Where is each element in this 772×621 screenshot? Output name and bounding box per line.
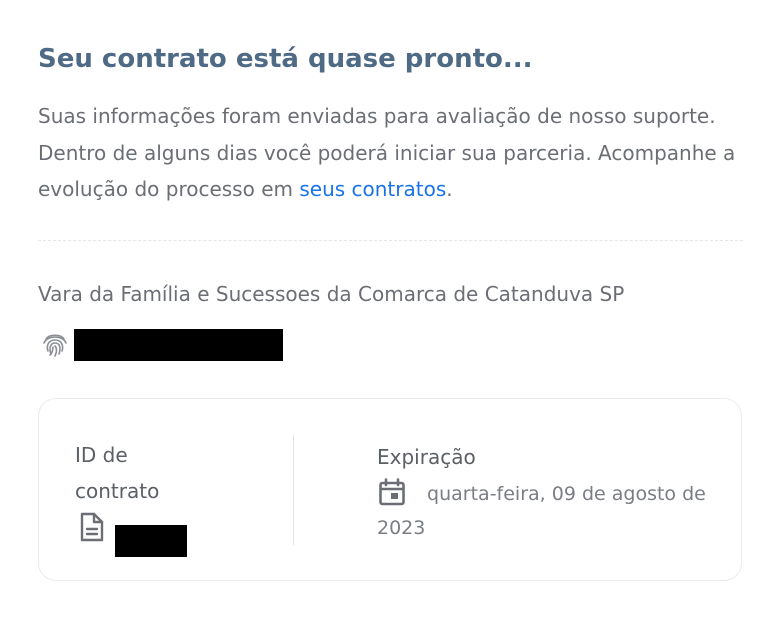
contract-id-label: ID de contrato — [75, 443, 160, 503]
expiration-label: Expiração — [377, 445, 476, 469]
description-end: . — [446, 177, 453, 201]
section-divider — [38, 240, 743, 241]
calendar-icon — [377, 478, 427, 506]
redacted-contract-id — [115, 525, 187, 557]
redacted-document-number — [74, 329, 283, 361]
expiration-date-row: quarta-feira, 09 de agosto de 2023 — [377, 477, 707, 545]
page-title: Seu contrato está quase pronto... — [38, 44, 533, 74]
my-contracts-link[interactable]: seus contratos — [299, 177, 446, 201]
expiration-date: quarta-feira, 09 de agosto de 2023 — [377, 483, 706, 539]
court-name: Vara da Família e Sucessoes da Comarca d… — [38, 282, 625, 306]
expiration-column: Expiração quarta-feira, 09 de agosto de … — [377, 439, 707, 545]
contract-info-card: ID de contrato Expiração quarta-feira, 0… — [38, 398, 742, 581]
contract-id-column: ID de contrato — [75, 437, 255, 557]
contract-id-row — [75, 511, 255, 557]
column-divider — [293, 435, 294, 545]
status-description: Suas informações foram enviadas para ava… — [38, 98, 743, 208]
